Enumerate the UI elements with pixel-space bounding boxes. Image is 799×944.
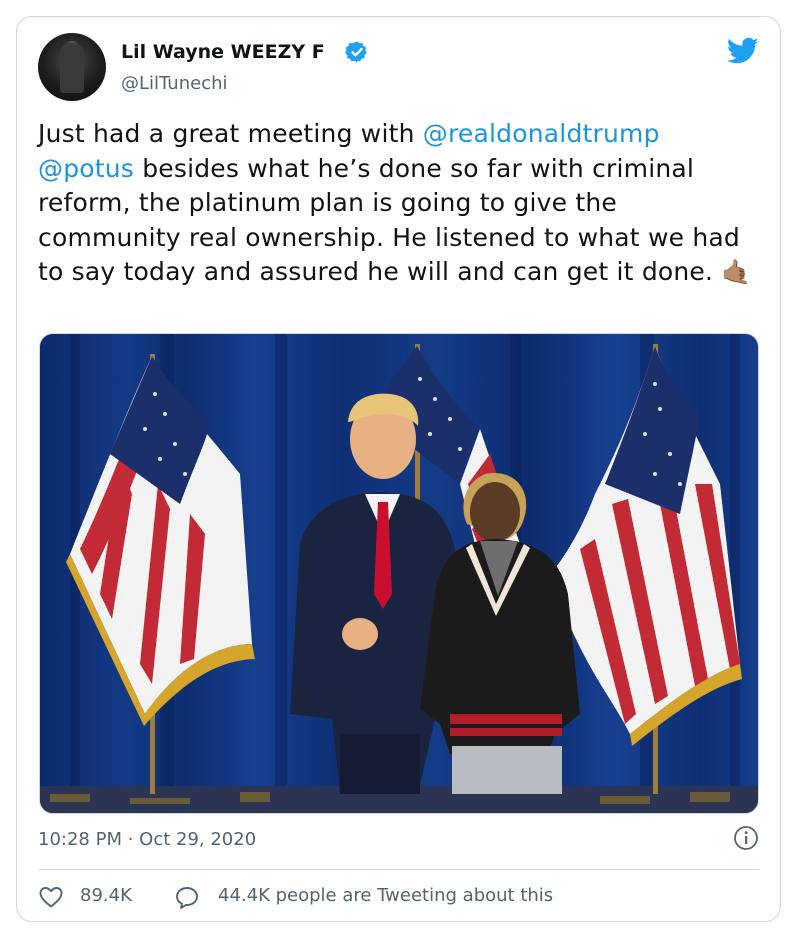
author-name[interactable]: Lil Wayne WEEZY F: [121, 41, 325, 63]
like-count[interactable]: 89.4K: [80, 885, 132, 906]
tweeting-about-link[interactable]: 44.4K people are Tweeting about this: [218, 885, 553, 906]
flag-left: [66, 356, 255, 726]
tweet-timestamp[interactable]: 10:28 PM · Oct 29, 2020: [38, 829, 256, 850]
heart-icon[interactable]: [38, 885, 64, 909]
author-avatar[interactable]: [38, 33, 106, 101]
tweet-text-part: Just had a great meeting with: [38, 119, 423, 148]
mention-link-realdonaldtrump[interactable]: @realdonaldtrump: [423, 119, 660, 148]
photo-scene: [40, 334, 758, 813]
tweet-card: Lil Wayne WEEZY F @LilTunechi Just had a…: [16, 16, 781, 922]
verified-badge-icon: [345, 41, 367, 63]
call-me-hand-emoji: 🤙🏽: [721, 258, 752, 286]
tweet-text: Just had a great meeting with @realdonal…: [38, 117, 758, 290]
tweet-photo[interactable]: [39, 333, 759, 814]
mention-link-potus[interactable]: @potus: [38, 154, 134, 183]
twitter-bird-icon[interactable]: [727, 37, 759, 65]
speech-bubble-icon[interactable]: [174, 885, 200, 911]
divider: [38, 869, 759, 870]
flag-right: [550, 346, 742, 746]
avatar-figure: [60, 43, 84, 93]
info-icon[interactable]: [733, 825, 759, 851]
author-handle[interactable]: @LilTunechi: [121, 73, 228, 94]
tweet-text-part: besides what he’s done so far with crimi…: [38, 153, 740, 287]
